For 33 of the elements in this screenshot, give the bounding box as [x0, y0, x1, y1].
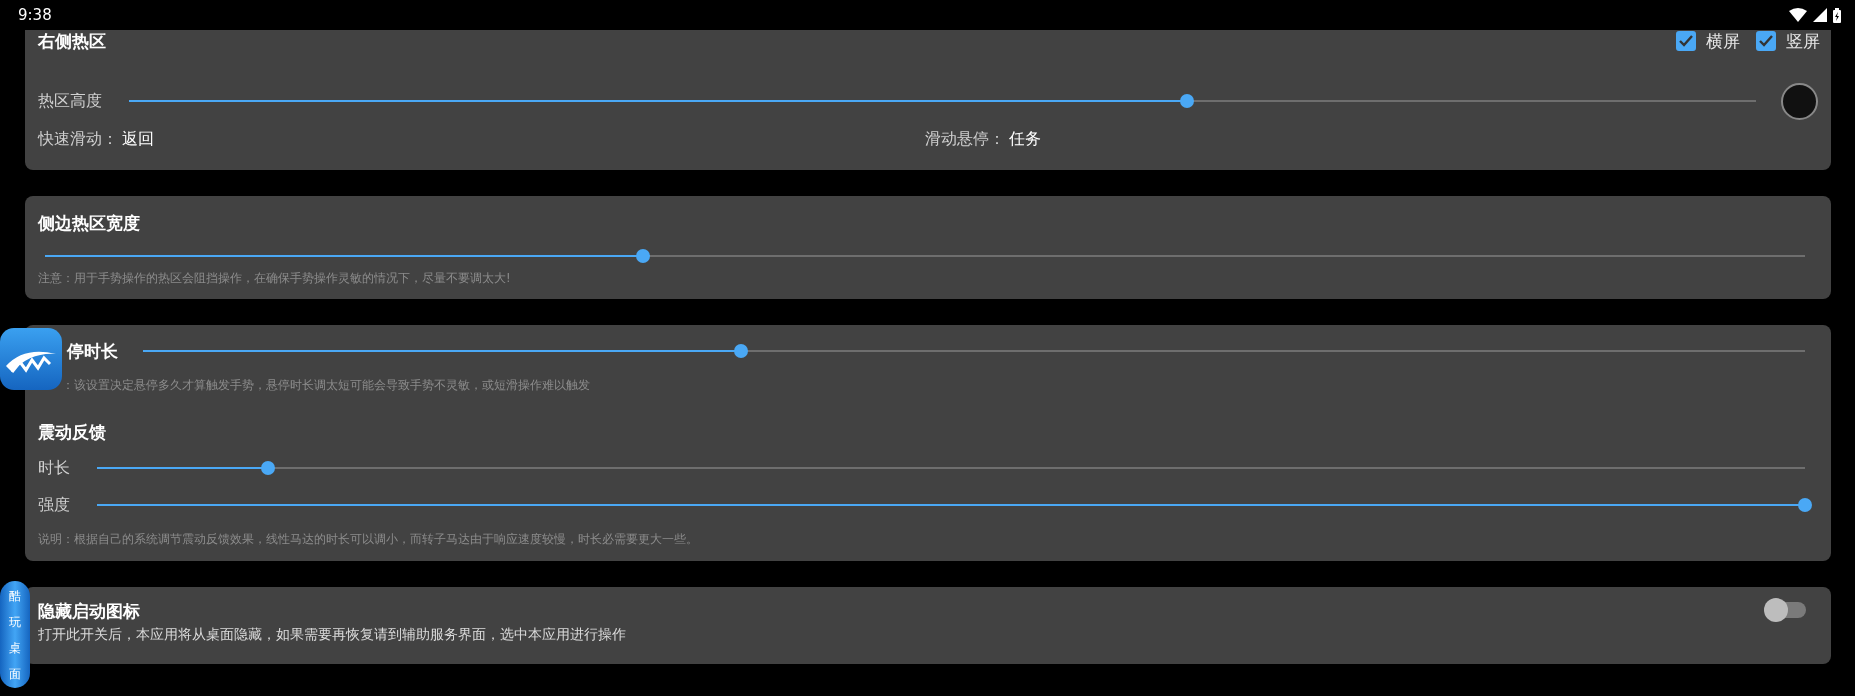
- wifi-icon: [1789, 8, 1807, 22]
- section-title: 停时长: [67, 340, 118, 363]
- setting-value[interactable]: 返回: [122, 128, 154, 150]
- slider-thumb[interactable]: [734, 344, 749, 358]
- hint-text: 注意：用于手势操作的热区会阻挡操作，在确保手势操作灵敏的情况下，尽量不要调太大!: [38, 270, 511, 286]
- setting-label: 滑动悬停：: [925, 128, 1005, 150]
- checkbox-label: 竖屏: [1786, 29, 1820, 53]
- slider-label: 热区高度: [38, 90, 102, 112]
- description-text: 打开此开关后，本应用将从桌面隐藏，如果需要再恢复请到辅助服务界面，选中本应用进行操作: [38, 625, 626, 643]
- checkmark-icon: [1759, 35, 1773, 47]
- slider-thumb[interactable]: [1798, 498, 1812, 512]
- checkbox[interactable]: [1676, 31, 1696, 51]
- section-title: 震动反馈: [38, 421, 106, 444]
- setting-label: 快速滑动：: [38, 128, 118, 150]
- app-logo-icon: [0, 328, 62, 390]
- hint-text: ：该设置决定悬停多久才算触发手势，悬停时长调太短可能会导致手势不灵敏，或短滑操作难以触发: [62, 377, 590, 393]
- checkmark-icon: [1679, 35, 1693, 47]
- section-title: 隐藏启动图标: [38, 600, 141, 623]
- checkbox[interactable]: [1756, 31, 1776, 51]
- slider-thumb[interactable]: [1179, 94, 1194, 108]
- hint-text: 说明：根据自己的系统调节震动反馈效果，线性马达的时长可以调小，而转子马达由于响应速度较慢，时长必需要更大一些。: [38, 531, 698, 547]
- slider-label: 时长: [38, 457, 70, 479]
- section-title: 右侧热区: [38, 30, 106, 53]
- setting-value[interactable]: 任务: [1009, 128, 1041, 150]
- slider-label: 强度: [38, 494, 70, 516]
- status-time: 9:38: [18, 6, 52, 24]
- section-title: 侧边热区宽度: [38, 212, 140, 235]
- slider-thumb[interactable]: [636, 249, 651, 263]
- color-swatch[interactable]: [1781, 82, 1818, 120]
- checkbox-label: 横屏: [1706, 29, 1740, 53]
- battery-icon: [1833, 7, 1841, 23]
- signal-icon: [1813, 8, 1827, 22]
- slider-thumb[interactable]: [260, 461, 275, 475]
